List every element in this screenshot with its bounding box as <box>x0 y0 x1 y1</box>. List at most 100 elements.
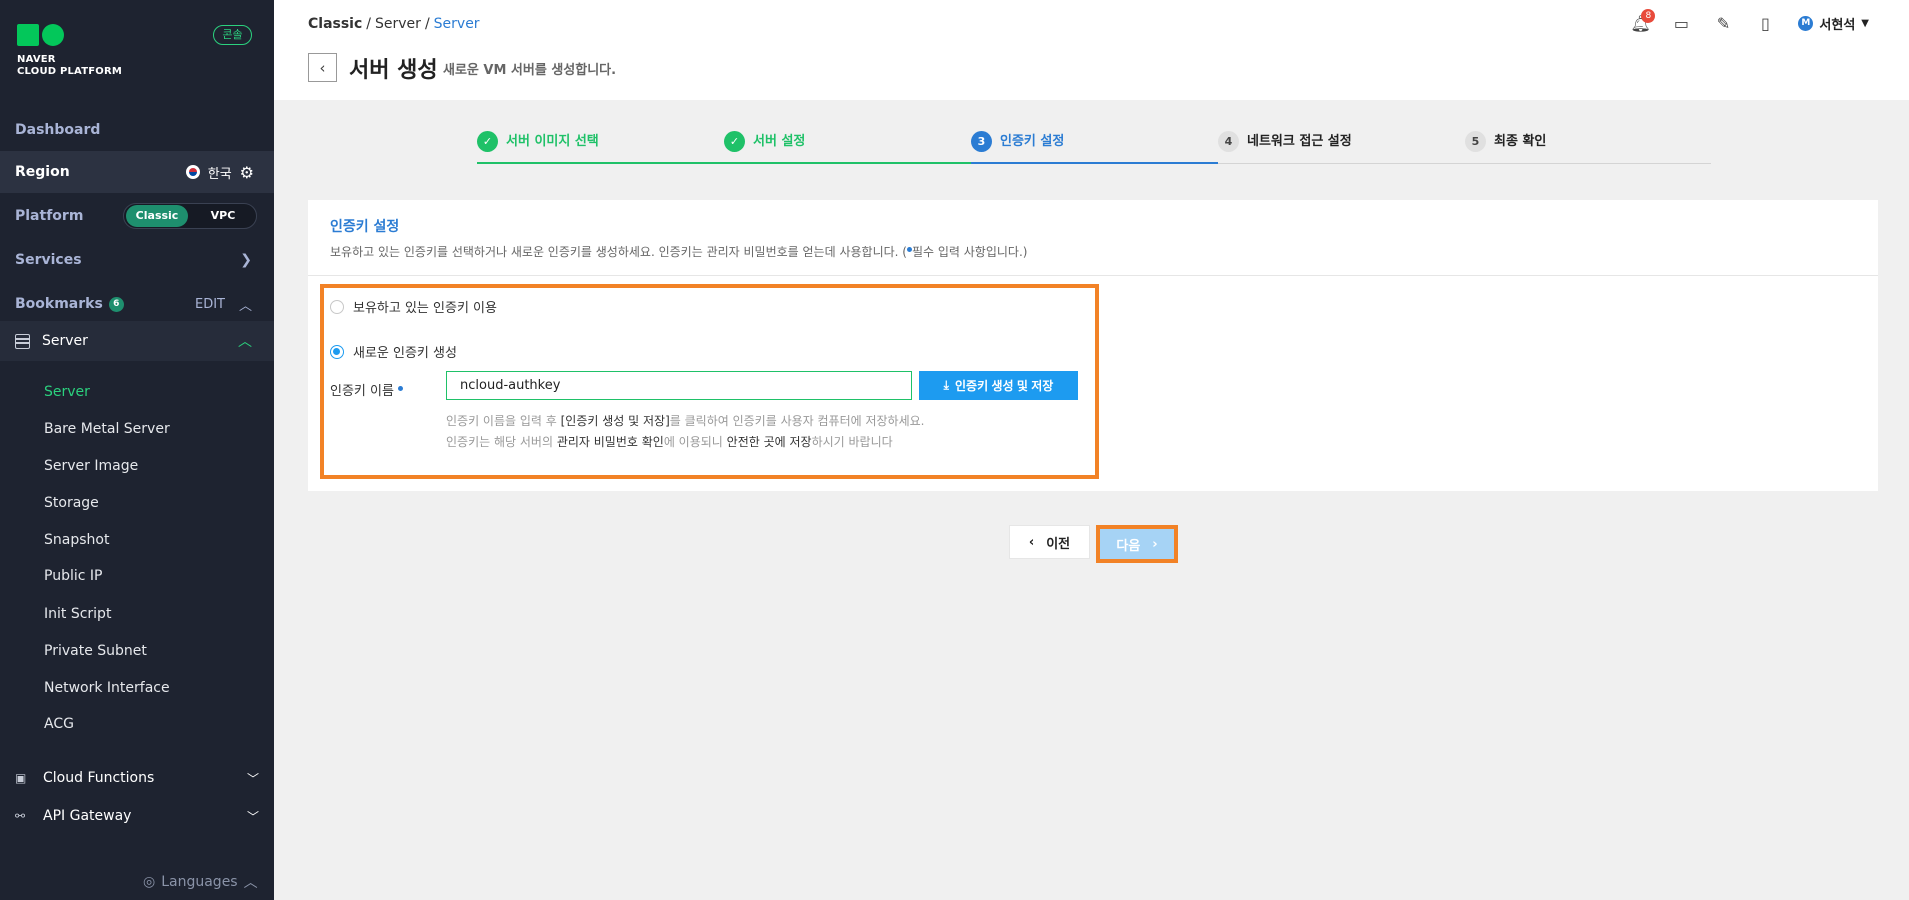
step-2-label: 서버 설정 <box>753 134 806 149</box>
naver-cloud-logo[interactable]: NAVER CLOUD PLATFORM <box>17 24 122 78</box>
book-icon[interactable]: ▯ <box>1756 14 1774 33</box>
sidebar-item-bookmarks[interactable]: Bookmarks 6 EDIT ︿ <box>0 284 274 324</box>
check-icon: ✓ <box>724 131 745 152</box>
breadcrumb: Classic / Server / Server <box>308 16 480 32</box>
cloud-functions-label: Cloud Functions <box>43 770 155 786</box>
logo-text-line1: NAVER <box>17 54 56 65</box>
next-button-label: 다음 <box>1116 538 1141 554</box>
server-group-label: Server <box>42 333 88 349</box>
step-5-number: 5 <box>1465 131 1486 152</box>
prev-button[interactable]: ‹ 이전 <box>1009 525 1090 559</box>
platform-option-vpc[interactable]: VPC <box>192 205 254 227</box>
sidebar-item-dashboard[interactable]: Dashboard <box>0 110 274 150</box>
korea-flag-icon <box>185 165 200 179</box>
key-name-label: 인증키 이름 <box>330 380 404 399</box>
next-button[interactable]: 다음 › <box>1100 529 1174 559</box>
generate-key-button-label: 인증키 생성 및 저장 <box>954 379 1054 393</box>
sidebar-item-public-ip[interactable]: Public IP <box>44 566 102 586</box>
avatar: M <box>1798 16 1814 31</box>
bell-icon[interactable]: 🔔︎ 8 <box>1630 8 1656 33</box>
step-5: 5 최종 확인 <box>1465 131 1712 165</box>
generate-key-button[interactable]: ⤓ 인증키 생성 및 저장 <box>919 371 1078 400</box>
sidebar-item-storage[interactable]: Storage <box>44 493 99 513</box>
services-label: Services <box>15 252 82 268</box>
download-icon: ⤓ <box>943 378 949 392</box>
chevron-up-icon: ︿ <box>238 334 252 350</box>
step-4-label: 네트워크 접근 설정 <box>1247 134 1352 149</box>
cloud-functions-icon: ▣ <box>15 771 27 785</box>
panel-description: 보유하고 있는 인증키를 선택하거나 새로운 인증키를 생성하세요. 인증키는 … <box>330 245 1028 259</box>
check-icon: ✓ <box>477 131 498 152</box>
user-menu[interactable]: M 서현석 ▼ <box>1798 14 1869 33</box>
step-indicator: ✓ 서버 이미지 선택 ✓ 서버 설정 3 인증키 설정 4 네트워크 접근 설… <box>477 131 1711 165</box>
breadcrumb-server-group[interactable]: Server <box>375 16 421 32</box>
languages-label: Languages <box>161 874 238 890</box>
api-gateway-label: API Gateway <box>43 808 132 824</box>
sidebar-item-cloud-functions[interactable]: ▣ Cloud Functions ﹀ <box>15 766 259 790</box>
gear-icon[interactable]: ⚙ <box>240 163 254 182</box>
back-button[interactable]: ‹ <box>308 53 337 82</box>
step-2: ✓ 서버 설정 <box>724 131 971 165</box>
logo-text-line2: CLOUD PLATFORM <box>17 66 123 77</box>
radio-existing-key-label: 보유하고 있는 인증키 이용 <box>353 301 497 316</box>
sidebar-item-server-group[interactable]: Server ︿ <box>0 321 274 361</box>
languages-selector[interactable]: ◎ Languages ︿ <box>143 872 258 892</box>
header-toolbar: 🔔︎ 8 ▭ ✎ ▯ M 서현석 ▼ <box>1630 8 1869 33</box>
next-button-highlight: 다음 › <box>1096 525 1178 563</box>
required-dot-icon <box>398 386 404 391</box>
server-icon <box>15 333 30 349</box>
platform-option-classic[interactable]: Classic <box>126 205 188 227</box>
platform-label: Platform <box>15 208 84 224</box>
api-gateway-icon: ⚯ <box>15 809 26 823</box>
page-subtitle: 새로운 VM 서버를 생성합니다. <box>443 63 617 78</box>
sidebar-item-init-script[interactable]: Init Script <box>44 604 111 624</box>
auth-key-panel: 인증키 설정 보유하고 있는 인증키를 선택하거나 새로운 인증키를 생성하세요… <box>308 200 1878 491</box>
help-text-2: 인증키는 해당 서버의 관리자 비밀번호 확인에 이용되니 안전한 곳에 저장하… <box>446 435 893 449</box>
radio-new-key[interactable]: 새로운 인증키 생성 <box>330 342 457 361</box>
bookmarks-edit-button[interactable]: EDIT <box>195 297 225 312</box>
user-name: 서현석 <box>1819 18 1856 33</box>
step-1-label: 서버 이미지 선택 <box>506 134 599 149</box>
sidebar-item-services[interactable]: Services ❯ <box>0 240 274 280</box>
console-badge[interactable]: 콘솔 <box>213 25 252 45</box>
chat-icon[interactable]: ▭ <box>1672 14 1690 33</box>
sidebar-item-server-image[interactable]: Server Image <box>44 456 138 476</box>
step-5-label: 최종 확인 <box>1494 134 1547 149</box>
step-4: 4 네트워크 접근 설정 <box>1218 131 1465 165</box>
radio-existing-key[interactable]: 보유하고 있는 인증키 이용 <box>330 297 497 316</box>
step-4-number: 4 <box>1218 131 1239 152</box>
key-name-input[interactable] <box>446 371 912 400</box>
edit-note-icon[interactable]: ✎ <box>1714 14 1732 33</box>
sidebar-item-server[interactable]: Server <box>44 382 90 402</box>
sidebar-item-bare-metal-server[interactable]: Bare Metal Server <box>44 419 170 439</box>
chevron-left-icon: ‹ <box>319 58 326 77</box>
radio-new-key-label: 새로운 인증키 생성 <box>353 346 457 361</box>
radio-new-key-circle[interactable] <box>330 344 344 359</box>
help-text-1: 인증키 이름을 입력 후 [인증키 생성 및 저장]를 클릭하여 인증키를 사용… <box>446 414 925 428</box>
sidebar-region[interactable]: Region 한국 ⚙ <box>0 151 274 193</box>
chevron-down-icon: ﹀ <box>246 771 259 786</box>
chevron-up-icon: ︿ <box>243 875 258 891</box>
logo-mark <box>17 24 122 46</box>
sidebar-item-api-gateway[interactable]: ⚯ API Gateway ﹀ <box>15 804 259 828</box>
panel-title: 인증키 설정 <box>330 219 400 235</box>
notification-badge: 8 <box>1641 8 1656 23</box>
page-header: Classic / Server / Server ‹ 서버 생성 새로운 VM… <box>274 0 1909 100</box>
breadcrumb-classic[interactable]: Classic <box>308 16 362 32</box>
divider <box>308 275 1878 276</box>
region-label: Region <box>15 164 70 180</box>
chevron-right-icon: › <box>1152 536 1158 552</box>
step-3-label: 인증키 설정 <box>1000 134 1065 149</box>
radio-existing-key-circle[interactable] <box>330 299 344 314</box>
sidebar-item-network-interface[interactable]: Network Interface <box>44 678 170 698</box>
platform-toggle[interactable]: Classic VPC <box>123 203 257 229</box>
sidebar-platform: Platform Classic VPC <box>0 196 274 236</box>
chevron-up-icon[interactable]: ︿ <box>239 295 252 314</box>
sidebar-item-private-subnet[interactable]: Private Subnet <box>44 641 147 661</box>
breadcrumb-server[interactable]: Server <box>434 16 480 32</box>
sidebar-item-snapshot[interactable]: Snapshot <box>44 530 109 550</box>
step-1: ✓ 서버 이미지 선택 <box>477 131 724 165</box>
caret-down-icon: ▼ <box>1861 18 1869 29</box>
dashboard-label: Dashboard <box>15 122 101 138</box>
sidebar-item-acg[interactable]: ACG <box>44 714 74 734</box>
